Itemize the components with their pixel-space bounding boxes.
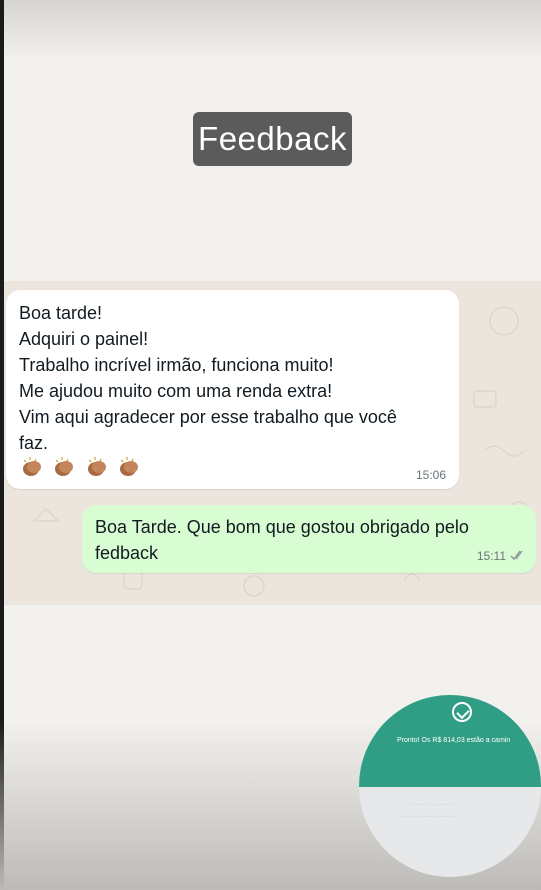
outgoing-message-bubble[interactable]: Boa Tarde. Que bom que gostou obrigado p… (82, 505, 536, 573)
clapping-hands-icon (87, 457, 106, 476)
emoji-row (20, 456, 145, 482)
chat-screenshot: Boa tarde! Adquiri o painel! Trabalho in… (4, 281, 541, 605)
story-label: Feedback (193, 112, 352, 166)
message-line: faz. (19, 433, 49, 453)
faint-text-line: · · · · · · · · · · · · · · · · (407, 802, 455, 808)
clapping-hands-icon (55, 457, 74, 476)
message-line: Vim aqui agradecer por esse trabalho que… (19, 407, 397, 427)
check-circle-icon (452, 702, 472, 722)
message-line: Me ajudou muito com uma renda extra! (19, 381, 333, 401)
clapping-hands-icon (120, 457, 139, 476)
double-check-icon (510, 550, 523, 561)
message-timestamp: 15:11 (476, 549, 506, 563)
confirmation-text: Pronto! Os R$ 814,03 estão a camin (397, 737, 511, 744)
message-line: Adquiri o painel! (19, 329, 149, 349)
message-line: Boa Tarde. Que bom que gostou obrigado p… (95, 517, 469, 537)
message-line: fedback (95, 543, 159, 563)
message-line: Trabalho incrível irmão, funciona muito! (19, 355, 334, 375)
top-shade (0, 0, 541, 60)
message-timestamp: 15:06 (415, 468, 446, 482)
clapping-hands-icon (23, 457, 41, 476)
faint-text-line: · · · · · · · · · · · · · · · · · (403, 814, 454, 820)
incoming-message-bubble[interactable]: Boa tarde! Adquiri o painel! Trabalho in… (6, 290, 459, 489)
payment-confirmation-bubble: Pronto! Os R$ 814,03 estão a camin · · ·… (359, 695, 541, 877)
message-line: Boa tarde! (19, 303, 103, 323)
